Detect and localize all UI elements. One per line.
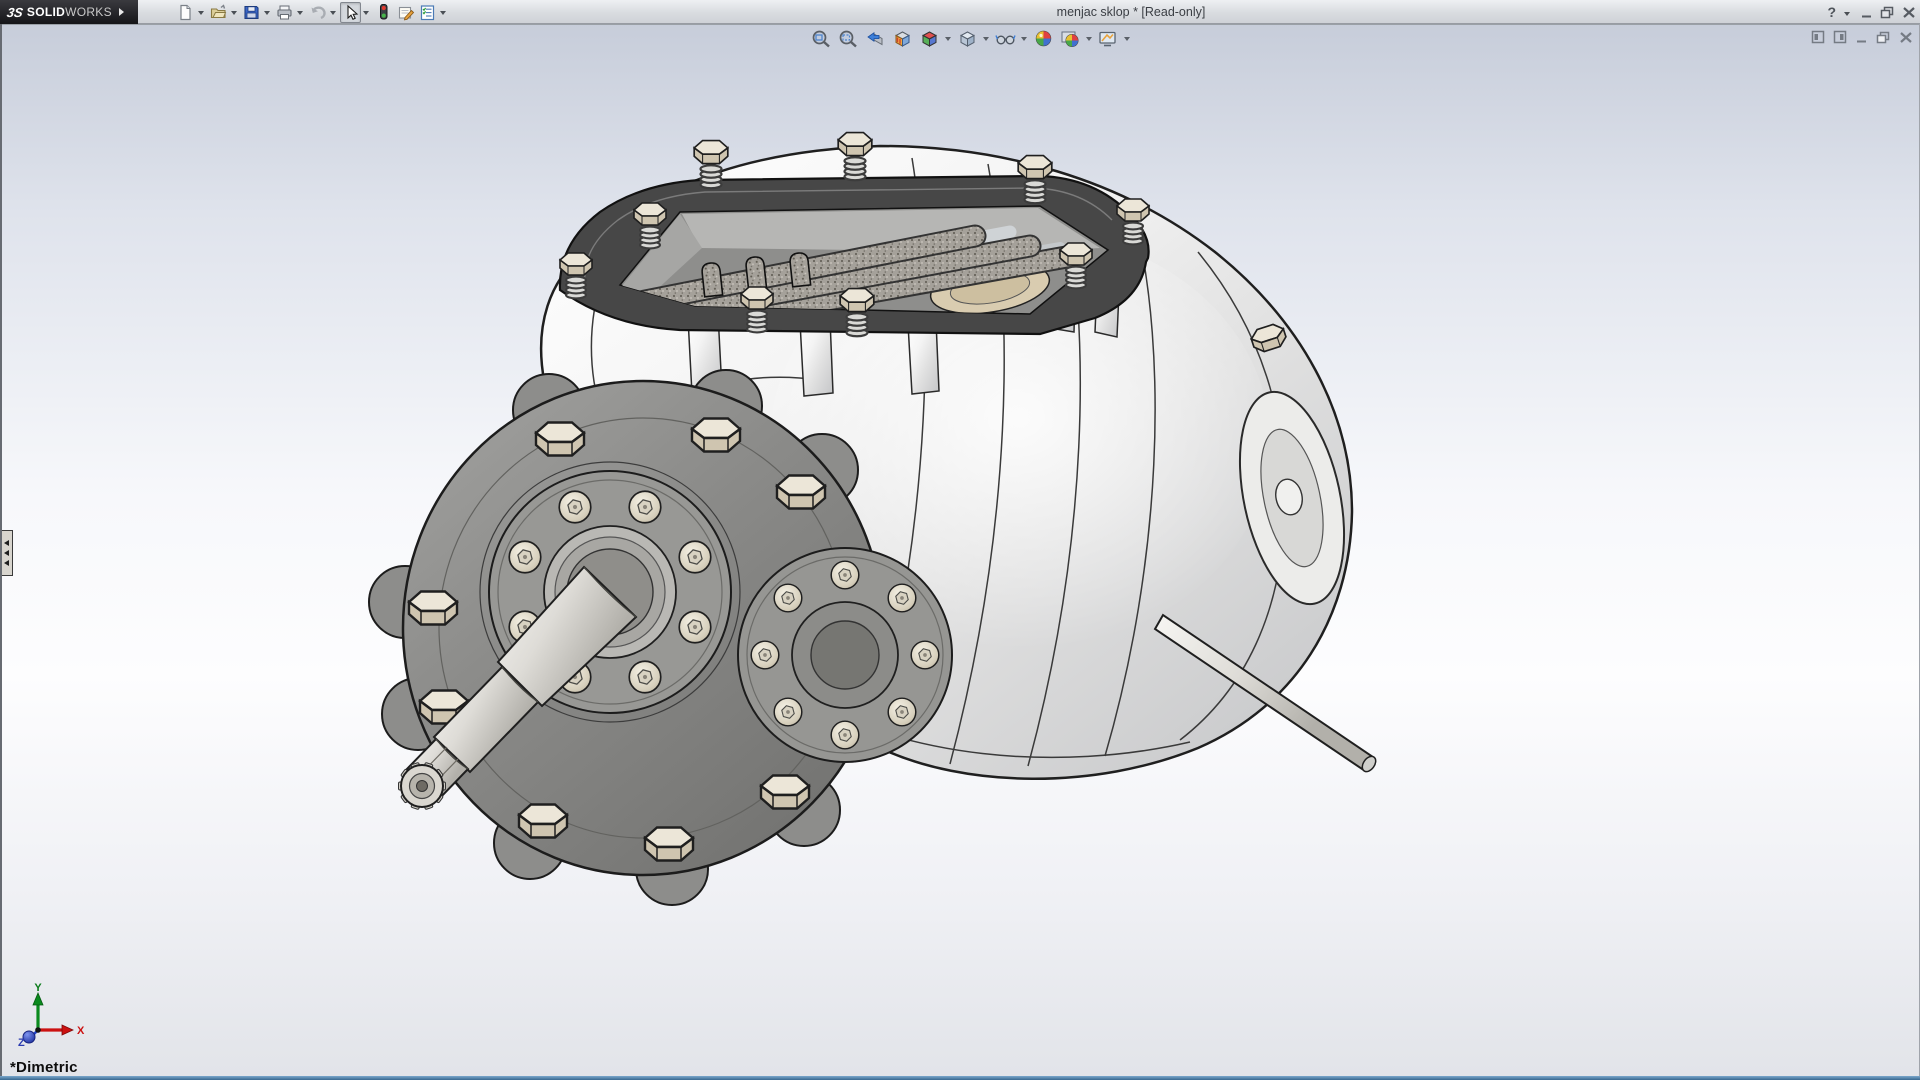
y-axis-label: Y: [34, 982, 42, 994]
logo-brand-light: WORKS: [65, 5, 112, 19]
dropdown-caret[interactable]: [1124, 37, 1130, 44]
apply-scene-icon: [1060, 29, 1080, 48]
print-icon: [276, 4, 293, 21]
title-bar: 3S SOLID WORKS: [0, 0, 1920, 24]
edit-appearance-button[interactable]: [1032, 28, 1054, 48]
new-document-button[interactable]: [175, 2, 196, 23]
expand-pane-arrow-icon: [4, 560, 9, 566]
save-button[interactable]: [241, 2, 262, 23]
hide-show-items-icon: [995, 29, 1016, 48]
expand-pane-arrow-icon: [4, 550, 9, 556]
edit-appearance-icon: [1034, 29, 1053, 48]
collapse-pane-right-button[interactable]: [1833, 30, 1847, 44]
dropdown-caret[interactable]: [440, 11, 446, 18]
triad-origin: [35, 1027, 41, 1033]
display-style-icon: [958, 29, 977, 48]
spline-tip[interactable]: [399, 762, 446, 809]
solidworks-window: 3S SOLID WORKS: [0, 0, 1920, 1080]
dropdown-caret[interactable]: [1021, 37, 1027, 44]
view-orientation-button[interactable]: [918, 28, 940, 48]
undo-button[interactable]: [307, 2, 328, 23]
minimize-button[interactable]: [1860, 6, 1873, 19]
document-window-controls: [1811, 30, 1913, 44]
zoom-to-area-button[interactable]: [837, 28, 859, 48]
view-settings-icon: [1098, 29, 1118, 48]
zoom-to-fit-icon: [812, 29, 831, 48]
z-sphere: [23, 1031, 35, 1043]
z-axis-label: Z: [18, 1037, 25, 1049]
dropdown-caret[interactable]: [231, 11, 237, 18]
comment-button[interactable]: [395, 2, 416, 23]
y-arrowhead: [33, 993, 43, 1005]
view-orientation-label: *Dimetric: [10, 1059, 78, 1076]
dropdown-caret[interactable]: [330, 11, 336, 18]
window-frame-left: [0, 24, 2, 1076]
dropdown-caret[interactable]: [945, 37, 951, 44]
dropdown-caret[interactable]: [297, 11, 303, 18]
logo-mark: 3S: [6, 5, 25, 20]
output-bearing-cover[interactable]: [738, 548, 952, 762]
status-bar-edge: [0, 1076, 1920, 1080]
dropdown-caret[interactable]: [198, 11, 204, 18]
rebuild-traffic-light-icon: [375, 3, 392, 21]
zoom-to-fit-button[interactable]: [810, 28, 832, 48]
logo-brand-bold: SOLID: [27, 5, 65, 19]
x-axis-label: X: [77, 1025, 85, 1037]
document-minimize-button[interactable]: [1855, 31, 1868, 44]
document-restore-button[interactable]: [1876, 31, 1891, 44]
rebuild-button[interactable]: [373, 2, 394, 23]
restore-button[interactable]: [1880, 6, 1895, 19]
apply-scene-button[interactable]: [1059, 28, 1081, 48]
close-button[interactable]: [1902, 6, 1916, 19]
document-close-button[interactable]: [1899, 31, 1913, 44]
save-icon: [243, 4, 260, 21]
open-icon: [210, 4, 227, 21]
dropdown-caret[interactable]: [1086, 37, 1092, 44]
comment-annotation-icon: [397, 4, 415, 21]
help-button[interactable]: ?: [1827, 0, 1836, 24]
section-view-button[interactable]: [891, 28, 913, 48]
heads-up-toolbar: [810, 28, 1130, 48]
view-orientation-icon: [920, 29, 939, 48]
section-view-icon: [893, 29, 912, 48]
select-button[interactable]: [340, 2, 361, 23]
expand-pane-arrow-icon: [4, 540, 9, 546]
options-checklist-icon: [419, 4, 436, 21]
zoom-to-area-icon: [839, 29, 858, 48]
collapse-pane-left-button[interactable]: [1811, 30, 1825, 44]
hide-show-items-button[interactable]: [994, 28, 1016, 48]
x-arrowhead: [62, 1025, 73, 1035]
open-button[interactable]: [208, 2, 229, 23]
menu-flyout-arrow-icon[interactable]: [119, 8, 124, 16]
view-settings-button[interactable]: [1097, 28, 1119, 48]
solidworks-logo: 3S SOLID WORKS: [0, 0, 138, 24]
options-button[interactable]: [417, 2, 438, 23]
display-style-button[interactable]: [956, 28, 978, 48]
help-dropdown-caret[interactable]: [1844, 12, 1850, 19]
document-title: menjac sklop * [Read-only]: [462, 0, 1800, 24]
orientation-triad: Y X Z: [4, 982, 88, 1054]
previous-view-button[interactable]: [864, 28, 886, 48]
main-toolbar: [175, 0, 449, 24]
window-controls: ?: [1827, 0, 1916, 24]
model-3d-view[interactable]: [0, 24, 1920, 1076]
dropdown-caret[interactable]: [363, 11, 369, 18]
graphics-area[interactable]: Y X Z *Dimetric: [0, 24, 1920, 1076]
undo-icon: [309, 4, 327, 21]
dropdown-caret[interactable]: [264, 11, 270, 18]
select-cursor-icon: [343, 4, 359, 21]
previous-view-icon: [866, 29, 885, 48]
new-document-icon: [177, 4, 194, 21]
print-button[interactable]: [274, 2, 295, 23]
dropdown-caret[interactable]: [983, 37, 989, 44]
